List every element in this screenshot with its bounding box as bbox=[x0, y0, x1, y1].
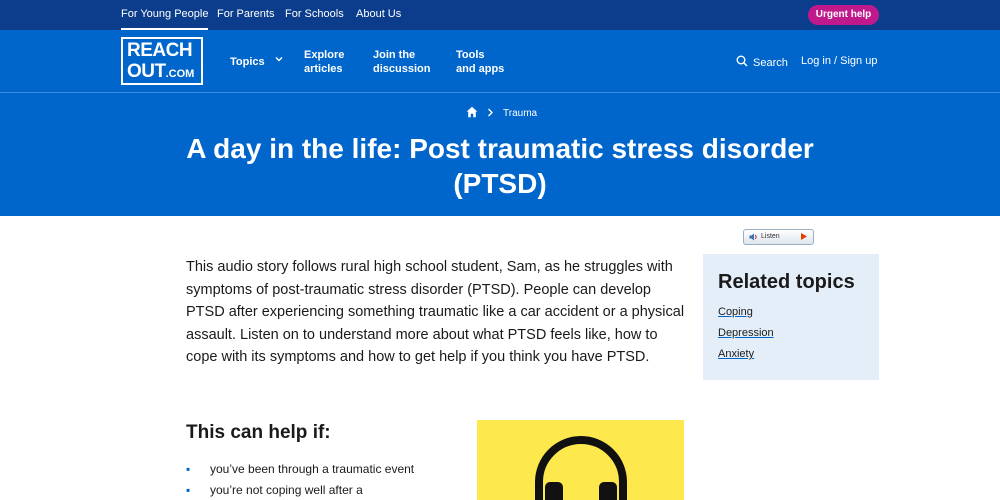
logo-line-2: OUT.COM bbox=[127, 62, 194, 84]
list-item-text: you’ve been through a traumatic event bbox=[210, 462, 415, 476]
audio-story-illustration bbox=[477, 420, 684, 500]
breadcrumb: Trauma bbox=[466, 106, 537, 121]
nav-tools-line-2: and apps bbox=[456, 63, 505, 75]
home-icon[interactable] bbox=[466, 106, 478, 121]
related-topics-heading: Related topics bbox=[718, 271, 855, 293]
nav-join-line-2: discussion bbox=[373, 63, 431, 75]
list-item-text: you’re not coping well after a bbox=[210, 483, 363, 497]
logo-line-1: REACH bbox=[127, 40, 193, 61]
nav-explore-articles[interactable]: Explore articles bbox=[304, 48, 344, 76]
help-if-list: ▪ you’ve been through a traumatic event ▪… bbox=[186, 459, 414, 500]
page-title: A day in the life: Post traumatic stress… bbox=[186, 133, 814, 199]
chevron-down-icon bbox=[274, 53, 284, 67]
audience-bar: For Young People For Parents For Schools… bbox=[0, 0, 1000, 31]
listen-label: Listen bbox=[761, 233, 780, 240]
page-hero: Trauma A day in the life: Post traumatic… bbox=[0, 92, 1000, 216]
related-link-anxiety[interactable]: Anxiety bbox=[718, 348, 864, 360]
speaker-icon bbox=[749, 233, 758, 243]
related-link-depression[interactable]: Depression bbox=[718, 327, 864, 339]
urgent-help-button[interactable]: Urgent help bbox=[808, 5, 879, 25]
audience-tab-about-us[interactable]: About Us bbox=[356, 8, 401, 20]
nav-topics[interactable]: Topics bbox=[230, 55, 283, 69]
nav-explore-line-1: Explore bbox=[304, 49, 345, 61]
login-signup-link[interactable]: Log in / Sign up bbox=[801, 55, 877, 67]
related-topics-panel: Related topics Coping Depression Anxiety bbox=[703, 254, 879, 380]
chevron-right-icon bbox=[487, 108, 494, 120]
headphones-icon bbox=[535, 436, 627, 500]
nav-topics-label: Topics bbox=[230, 56, 265, 68]
nav-tools-line-1: Tools bbox=[456, 49, 485, 61]
breadcrumb-current[interactable]: Trauma bbox=[503, 108, 537, 119]
intro-paragraph: This audio story follows rural high scho… bbox=[186, 259, 685, 365]
logo-out: OUT bbox=[127, 61, 166, 82]
main-nav: REACH OUT.COM Topics Explore articles Jo… bbox=[0, 30, 1000, 92]
bullet-icon: ▪ bbox=[186, 462, 191, 476]
reachout-logo[interactable]: REACH OUT.COM bbox=[121, 37, 203, 85]
play-icon bbox=[800, 232, 808, 243]
listen-button[interactable]: Listen bbox=[743, 229, 814, 245]
nav-explore-line-2: articles bbox=[304, 63, 343, 75]
audience-tab-parents[interactable]: For Parents bbox=[217, 8, 274, 20]
audience-tab-schools[interactable]: For Schools bbox=[285, 8, 344, 20]
bullet-icon: ▪ bbox=[186, 483, 191, 497]
search-label: Search bbox=[753, 56, 788, 69]
list-item: ▪ you’ve been through a traumatic event bbox=[186, 459, 414, 480]
nav-join-line-1: Join the bbox=[373, 49, 416, 61]
nav-tools-apps[interactable]: Tools and apps bbox=[456, 48, 504, 76]
nav-join-discussion[interactable]: Join the discussion bbox=[373, 48, 430, 76]
search-button[interactable]: Search bbox=[736, 55, 788, 70]
list-item: ▪ you’re not coping well after a bbox=[186, 480, 414, 500]
logo-suffix: .COM bbox=[165, 68, 195, 80]
related-link-coping[interactable]: Coping bbox=[718, 306, 864, 318]
help-if-heading: This can help if: bbox=[186, 422, 331, 443]
search-icon bbox=[736, 55, 748, 70]
audience-tab-young-people[interactable]: For Young People bbox=[121, 8, 209, 31]
